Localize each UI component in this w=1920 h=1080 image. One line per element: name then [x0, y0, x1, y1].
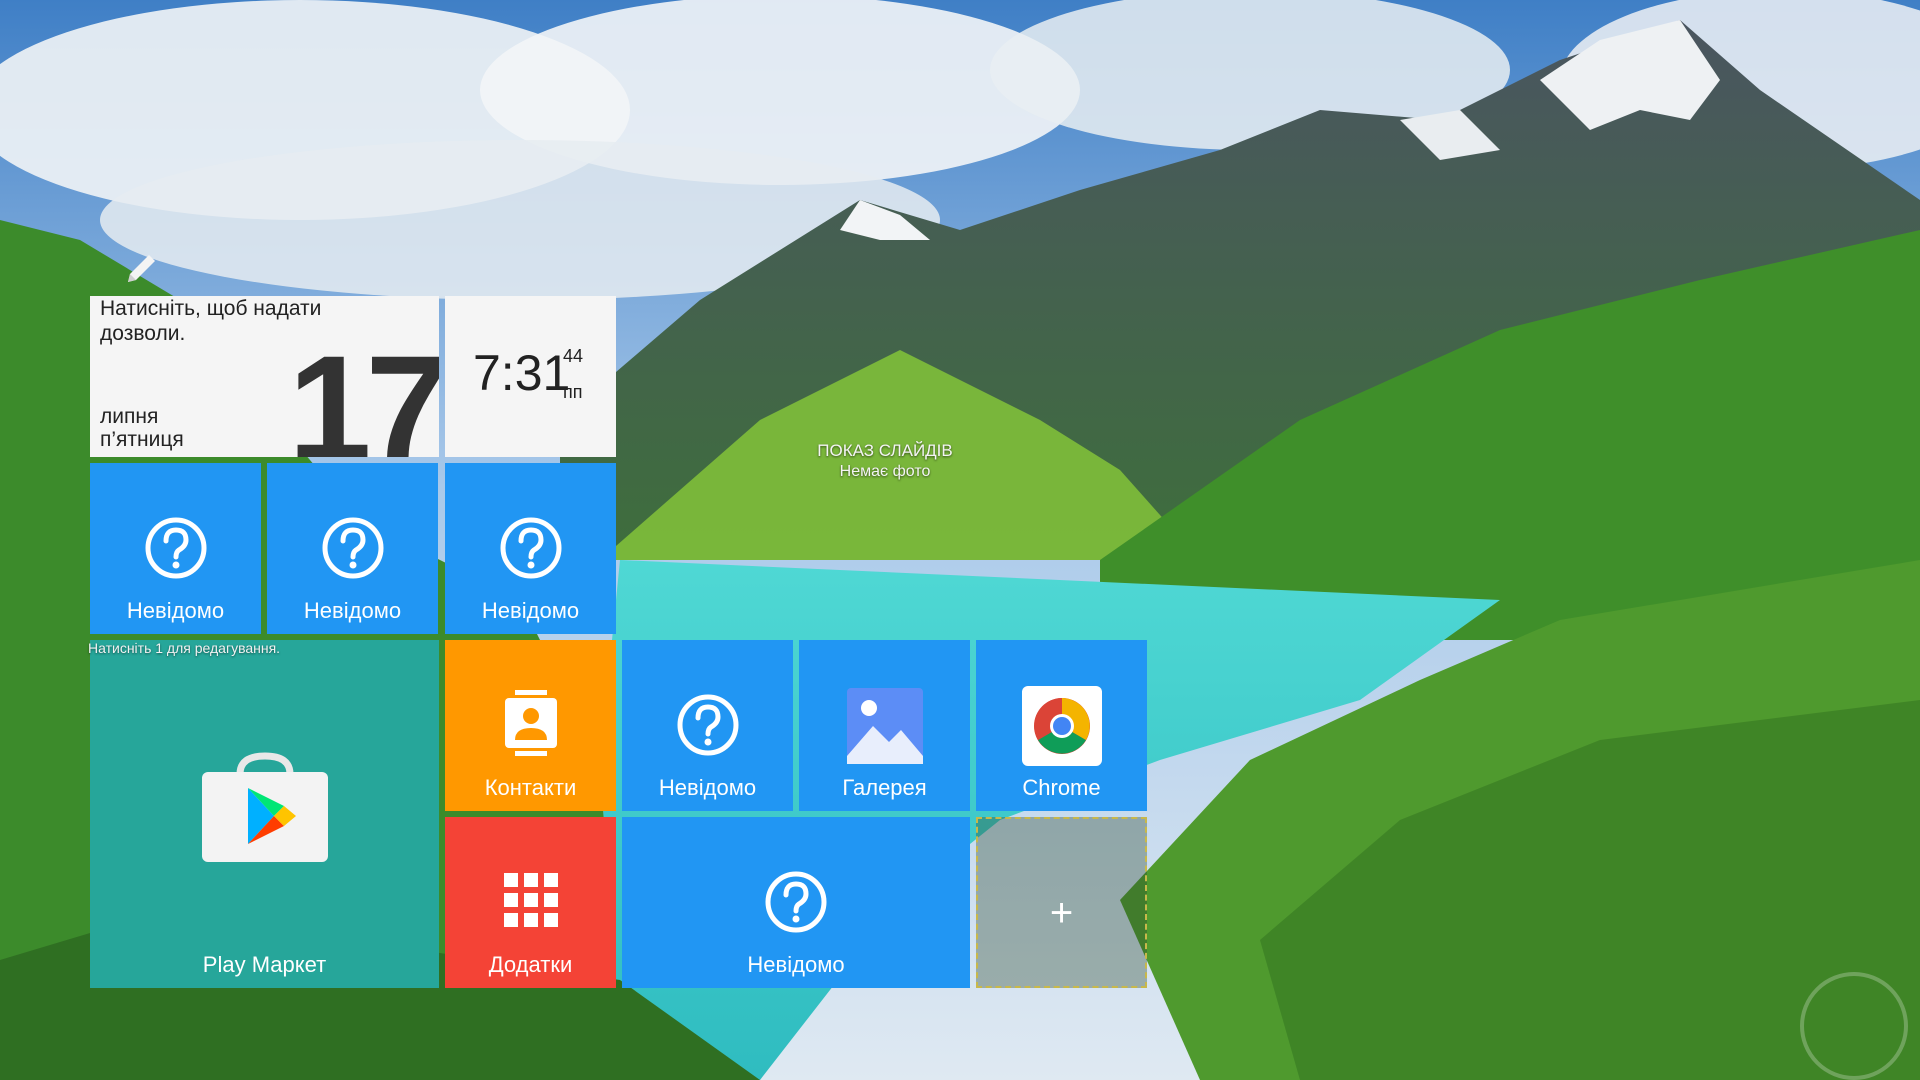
unknown-tile-2[interactable]: Невідомо — [267, 463, 438, 634]
edit-pencil-button[interactable] — [122, 248, 162, 293]
chrome-icon — [1021, 686, 1102, 766]
add-tile-button[interactable]: + — [976, 817, 1147, 988]
clock-widget[interactable]: 7:31 44 пп — [445, 296, 616, 457]
pencil-icon — [128, 255, 155, 282]
apps-label: Додатки — [488, 952, 573, 977]
question-circle-icon — [765, 871, 827, 933]
edit-hint-text: Натисніть 1 для редагування. — [88, 640, 281, 656]
calendar-day-number: 17 — [288, 324, 439, 457]
unknown-tile-4-label: Невідомо — [658, 775, 757, 800]
unknown-tile-4[interactable]: Невідомо — [622, 640, 793, 811]
calendar-widget[interactable]: Натисніть, щоб надати дозволи. липня п’я… — [90, 296, 439, 457]
calendar-weekday: п’ятниця — [100, 428, 184, 451]
play-store-icon — [201, 752, 328, 862]
unknown-tile-5[interactable]: Невідомо — [622, 817, 970, 988]
slideshow-title: ПОКАЗ СЛАЙДІВ — [817, 441, 953, 460]
contacts-tile[interactable]: Контакти — [445, 640, 616, 811]
clock-time: 7:31 — [473, 345, 571, 401]
unknown-tile-3-label: Невідомо — [481, 598, 580, 623]
gallery-tile[interactable]: Галерея — [799, 640, 970, 811]
unknown-tile-3[interactable]: Невідомо — [445, 463, 616, 634]
chrome-label: Chrome — [1022, 775, 1101, 800]
contact-card-icon — [504, 690, 557, 756]
question-circle-icon — [677, 694, 738, 756]
unknown-tile-1-label: Невідомо — [126, 598, 225, 623]
unknown-tile-2-label: Невідомо — [303, 598, 402, 623]
gallery-label: Галерея — [842, 775, 927, 800]
gallery-image-icon — [846, 688, 923, 764]
contacts-label: Контакти — [484, 775, 577, 800]
unknown-tile-1[interactable]: Невідомо — [90, 463, 261, 634]
apps-tile[interactable]: Додатки — [445, 817, 616, 988]
question-circle-icon — [500, 517, 561, 579]
question-circle-icon — [145, 517, 206, 579]
chrome-tile[interactable]: Chrome — [976, 640, 1147, 811]
clock-ampm: пп — [563, 382, 583, 402]
slideshow-widget[interactable]: ПОКАЗ СЛАЙДІВ Немає фото — [760, 441, 1010, 481]
app-grid-icon — [503, 873, 558, 927]
plus-icon: + — [1049, 891, 1074, 935]
watermark-logo — [1800, 972, 1908, 1080]
permission-text-line2: дозволи. — [100, 322, 186, 345]
clock-seconds: 44 — [563, 346, 584, 366]
question-circle-icon — [322, 517, 383, 579]
unknown-tile-5-label: Невідомо — [747, 952, 845, 977]
permission-text-line1: Натисніть, щоб надати — [100, 297, 322, 320]
calendar-month: липня — [100, 405, 159, 428]
play-market-label: Play Маркет — [202, 952, 327, 977]
play-market-tile[interactable]: Play Маркет — [90, 640, 439, 988]
slideshow-subtitle: Немає фото — [839, 463, 931, 480]
